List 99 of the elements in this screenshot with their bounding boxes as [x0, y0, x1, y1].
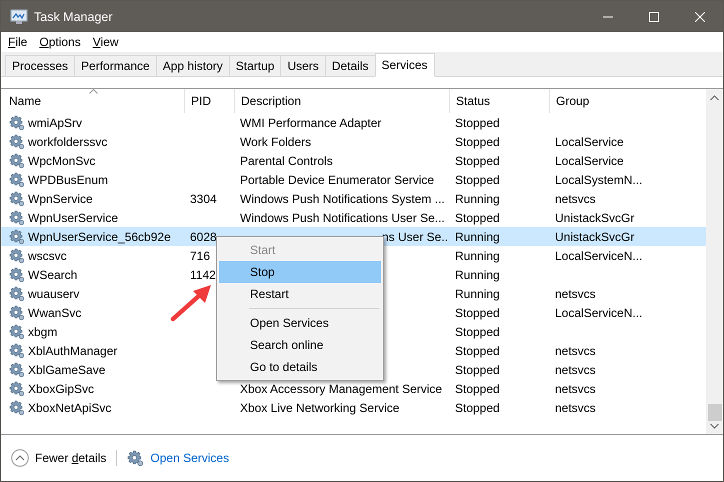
context-menu-item[interactable]: Search online: [219, 334, 381, 356]
gear-icon: [9, 362, 25, 378]
fewer-details-button[interactable]: Fewer details: [11, 449, 106, 467]
table-cell-text: netsvcs: [554, 192, 597, 206]
gear-icon: [9, 304, 25, 320]
table-cell-text: LocalService: [554, 134, 625, 148]
open-services-link[interactable]: Open Services: [150, 451, 230, 465]
scrollbar[interactable]: [706, 89, 723, 434]
table-cell-text: Stopped: [454, 210, 501, 224]
table-cell-text: WMI Performance Adapter: [239, 116, 382, 130]
table-cell-text: Windows Push Notifications User Se...: [239, 210, 446, 224]
table-cell-text: Windows Push Notifications System ...: [239, 192, 446, 206]
table-cell-text: LocalServiceN...: [554, 306, 644, 320]
table-cell-text: Stopped: [454, 116, 501, 130]
service-name[interactable]: WPDBusEnum: [9, 172, 184, 188]
gear-icon: [9, 266, 25, 282]
context-menu-item[interactable]: Restart: [219, 283, 381, 305]
gear-icon: [9, 228, 25, 244]
gear-icon: [9, 152, 25, 168]
table-cell-text: Xbox Accessory Management Service: [239, 382, 444, 396]
scroll-up-icon[interactable]: [710, 95, 719, 101]
table-cell-text: Stopped: [454, 172, 501, 186]
menu-item[interactable]: File: [8, 35, 28, 49]
table-cell-text: Stopped: [454, 306, 501, 320]
gear-icon: [9, 114, 25, 130]
service-name[interactable]: xbgm: [9, 324, 184, 340]
gear-icon: [9, 324, 25, 340]
table-cell-text: Stopped: [454, 154, 501, 168]
table-cell-text: Running: [454, 268, 501, 282]
table-cell-text: 6028: [189, 230, 218, 244]
table-cell-text: Work Folders: [239, 134, 312, 148]
column-header[interactable]: Name: [9, 89, 184, 113]
service-name[interactable]: XboxNetApiSvc: [9, 400, 184, 416]
service-name[interactable]: XboxGipSvc: [9, 380, 184, 396]
table-cell-text: UnistackSvcGr: [554, 210, 636, 224]
service-name[interactable]: XblGameSave: [9, 362, 184, 378]
table-cell-text: Running: [454, 248, 501, 262]
table-cell-text: netsvcs: [554, 362, 597, 376]
table-cell-text: 716: [189, 248, 212, 262]
table-cell-text: netsvcs: [554, 382, 597, 396]
column-header[interactable]: Description: [234, 89, 449, 113]
service-name[interactable]: WSearch: [9, 266, 184, 282]
table-cell-text: UnistackSvcGr: [554, 230, 636, 244]
table-cell-text: Running: [454, 192, 501, 206]
collapse-icon: [11, 449, 29, 467]
context-menu-item[interactable]: Open Services: [219, 312, 381, 334]
window-title: Task Manager: [34, 10, 114, 24]
table-cell-text: LocalServiceN...: [554, 248, 644, 262]
table-cell-text: Portable Device Enumerator Service: [239, 172, 436, 186]
context-menu-item[interactable]: Go to details: [219, 356, 381, 378]
service-name[interactable]: WpcMonSvc: [9, 152, 184, 168]
gear-icon: [9, 400, 25, 416]
column-header[interactable]: Group: [549, 89, 649, 113]
gear-icon: [9, 342, 25, 358]
table-cell-text: Stopped: [454, 400, 501, 414]
gear-icon: [9, 380, 25, 396]
table-cell-text: Stopped: [454, 344, 501, 358]
service-name[interactable]: WpnService: [9, 190, 184, 206]
table-cell-text: netsvcs: [554, 286, 597, 300]
table-cell-text: Stopped: [454, 362, 501, 376]
service-name[interactable]: WpnUserService: [9, 210, 184, 226]
table-cell-text: Stopped: [454, 134, 501, 148]
context-menu-item[interactable]: Stop: [219, 261, 381, 283]
table-cell-text: Running: [454, 286, 501, 300]
service-name[interactable]: wscsvc: [9, 248, 184, 264]
tab[interactable]: Processes: [5, 55, 76, 76]
table-cell-text: netsvcs: [554, 400, 597, 414]
table-cell-text: Xbox Live Networking Service: [239, 400, 400, 414]
table-cell-text: netsvcs: [554, 344, 597, 358]
service-name[interactable]: workfolderssvc: [9, 134, 184, 150]
table-cell-text: LocalService: [554, 154, 625, 168]
menu-item[interactable]: Options: [39, 35, 81, 49]
gear-icon: [9, 134, 25, 150]
column-header[interactable]: PID: [184, 89, 234, 113]
scroll-down-icon[interactable]: [710, 423, 719, 429]
service-name[interactable]: wuauserv: [9, 286, 184, 302]
app-icon: [10, 8, 28, 24]
table-cell-text: 3304: [189, 192, 218, 206]
menu-item[interactable]: View: [92, 35, 119, 49]
table-cell-text: Parental Controls: [239, 154, 334, 168]
service-name[interactable]: WwanSvc: [9, 304, 184, 320]
table-cell-text: Running: [454, 230, 501, 244]
service-name[interactable]: wmiApSrv: [9, 114, 184, 130]
gear-icon: [9, 286, 25, 302]
tab[interactable]: Services: [374, 53, 435, 77]
service-name[interactable]: XblAuthManager: [9, 342, 184, 358]
column-header[interactable]: Status: [449, 89, 549, 113]
table-cell-text: LocalSystemN...: [554, 172, 644, 186]
maximize-icon: [649, 12, 659, 22]
gear-icon: [9, 172, 25, 188]
close-icon: [695, 12, 705, 22]
gear-icon: [9, 248, 25, 264]
gear-icon: [127, 450, 144, 466]
gear-icon: [9, 210, 25, 226]
table-cell-text: Stopped: [454, 382, 501, 396]
gear-icon: [9, 190, 25, 206]
table-cell-text: 1142: [189, 268, 217, 282]
scrollbar-thumb[interactable]: [708, 404, 722, 421]
table-cell-text: Stopped: [454, 324, 501, 338]
